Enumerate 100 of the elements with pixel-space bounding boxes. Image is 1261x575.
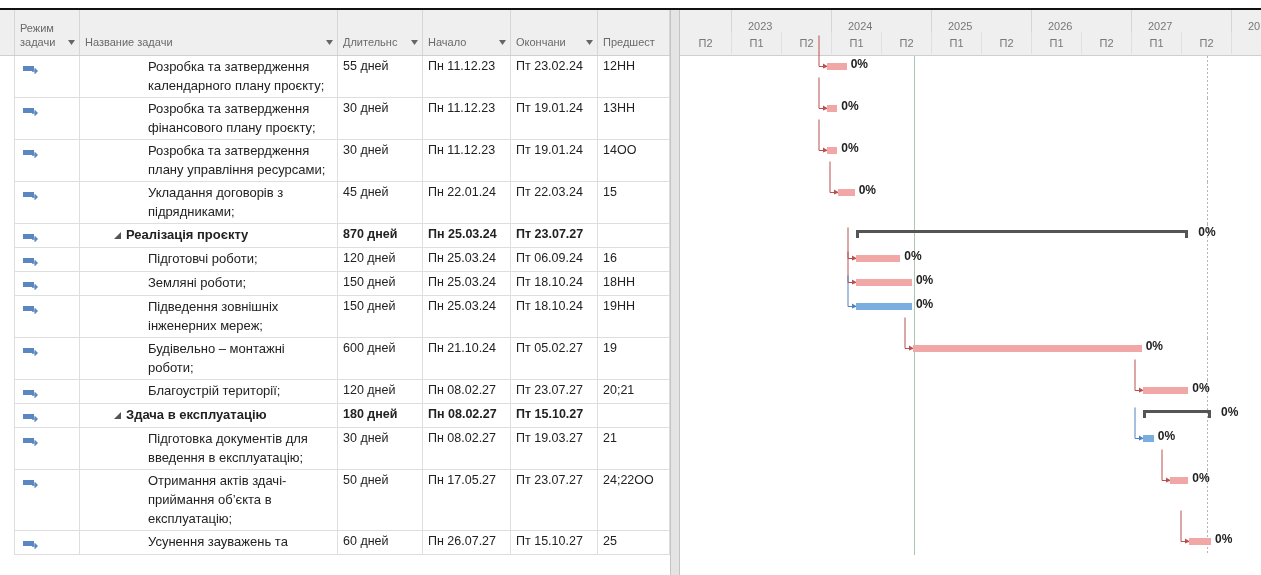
finish-date-cell: Пт 15.10.27 [511,404,598,428]
half-year-label: П2 [899,37,914,49]
year-label: 2027 [1148,20,1173,32]
dropdown-caret-icon[interactable] [68,40,75,45]
task-name: Підготовчі роботи; [148,250,258,268]
duration-cell: 180 дней [338,404,423,428]
duration-cell: 600 дней [338,338,423,380]
dropdown-caret-icon[interactable] [586,40,593,45]
half-year-label: П1 [849,37,864,49]
duration-cell: 30 дней [338,428,423,470]
start-date-cell: Пн 26.07.27 [423,531,511,555]
half-year-label: П1 [949,37,964,49]
duration-cell: 50 дней [338,470,423,531]
column-header[interactable]: Окончани [511,10,598,55]
start-date-cell: Пн 11.12.23 [423,140,511,182]
dropdown-caret-icon[interactable] [411,40,418,45]
duration-cell: 120 дней [338,248,423,272]
auto-schedule-icon [23,281,38,291]
task-name: Реалізація проєкту [126,226,249,244]
start-date-cell: Пн 22.01.24 [423,182,511,224]
auto-schedule-icon [23,107,38,117]
task-name: Отримання актів здачі-приймання об’єкта в експлуатацію; [148,472,288,528]
task-name: Здача в експлуатацію [126,406,267,424]
progress-label: 0% [1192,381,1210,395]
task-name: Розробка та затвердження календарного плану проєкту; [148,58,326,95]
duration-cell: 150 дней [338,272,423,296]
auto-schedule-icon [23,413,38,423]
progress-label: 0% [904,249,922,263]
finish-date-cell: Пт 05.02.27 [511,338,598,380]
year-label: 2025 [948,20,973,32]
dropdown-caret-icon[interactable] [499,40,506,45]
finish-date-cell: Пт 19.03.27 [511,428,598,470]
task-name: Підведення зовнішніх інженерних мереж; [148,298,280,335]
task-name: Усунення зауважень та [148,533,288,551]
half-year-label: П2 [999,37,1014,49]
progress-label: 0% [1157,429,1176,443]
half-year-label: П2 [698,37,713,49]
duration-cell: 30 дней [338,140,423,182]
half-year-label: П1 [1049,37,1064,49]
finish-date-cell: Пт 18.10.24 [511,296,598,338]
duration-cell: 30 дней [338,98,423,140]
half-year-label: П1 [749,37,764,49]
auto-schedule-icon [23,65,38,75]
column-header[interactable]: Режим задачи [15,10,80,55]
dropdown-caret-icon[interactable] [326,40,333,45]
duration-cell: 60 дней [338,531,423,555]
start-date-cell: Пн 08.02.27 [423,428,511,470]
progress-label: 0% [1192,471,1210,485]
progress-label: 0% [1145,339,1164,353]
link-arrow [903,317,914,351]
year-label: 20 [1248,20,1261,32]
half-year-label: П2 [1099,37,1114,49]
link-arrow [817,35,828,69]
start-date-cell: Пн 08.02.27 [423,380,511,404]
start-date-cell: Пн 17.05.27 [423,470,511,531]
task-name: Будівельно – монтажні роботи; [148,340,286,377]
start-date-cell: Пн 21.10.24 [423,338,511,380]
collapse-triangle-icon[interactable] [114,412,121,419]
task-name: Земляні роботи; [148,274,246,292]
start-date-cell: Пн 25.03.24 [423,248,511,272]
finish-date-cell: Пт 18.10.24 [511,272,598,296]
link-arrow [846,251,857,285]
progress-label: 0% [1198,225,1216,239]
finish-date-cell: Пт 15.10.27 [511,531,598,555]
column-header[interactable]: Длительнс [338,10,423,55]
duration-cell: 45 дней [338,182,423,224]
task-name: Розробка та затвердження плану управління ресурсами; [148,142,327,179]
year-label: 2023 [748,20,773,32]
progress-label: 0% [1215,532,1233,546]
auto-schedule-icon [23,305,38,315]
auto-schedule-icon [23,233,38,243]
duration-cell: 55 дней [338,56,423,98]
finish-date-cell: Пт 19.01.24 [511,98,598,140]
task-name: Укладання договорів з підрядниками; [148,184,285,221]
task-name: Підготовка документів для введення в експлуатацію; [148,430,309,467]
link-arrow [846,275,857,309]
progress-label: 0% [1221,405,1239,419]
task-name: Благоустрій території; [148,382,281,400]
summary-bar [1142,410,1212,418]
start-date-cell: Пн 11.12.23 [423,98,511,140]
duration-cell: 120 дней [338,380,423,404]
column-header[interactable]: Начало [423,10,511,55]
progress-label: 0% [915,297,934,311]
auto-schedule-icon [23,149,38,159]
link-arrow [817,77,828,111]
task-name: Розробка та затвердження фінансового плану проєкту; [148,100,317,137]
auto-schedule-icon [23,191,38,201]
auto-schedule-icon [23,437,38,447]
auto-schedule-icon [23,540,38,550]
start-date-cell: Пн 25.03.24 [423,296,511,338]
duration-cell: 870 дней [338,224,423,248]
column-header[interactable]: Название задачи [80,10,338,55]
auto-schedule-icon [23,257,38,267]
collapse-triangle-icon[interactable] [114,232,121,239]
link-arrow [1133,407,1144,441]
link-arrow [1180,510,1191,544]
link-arrow [1133,359,1144,393]
year-label: 2026 [1048,20,1073,32]
progress-label: 0% [858,183,876,197]
link-arrow [1160,449,1171,483]
